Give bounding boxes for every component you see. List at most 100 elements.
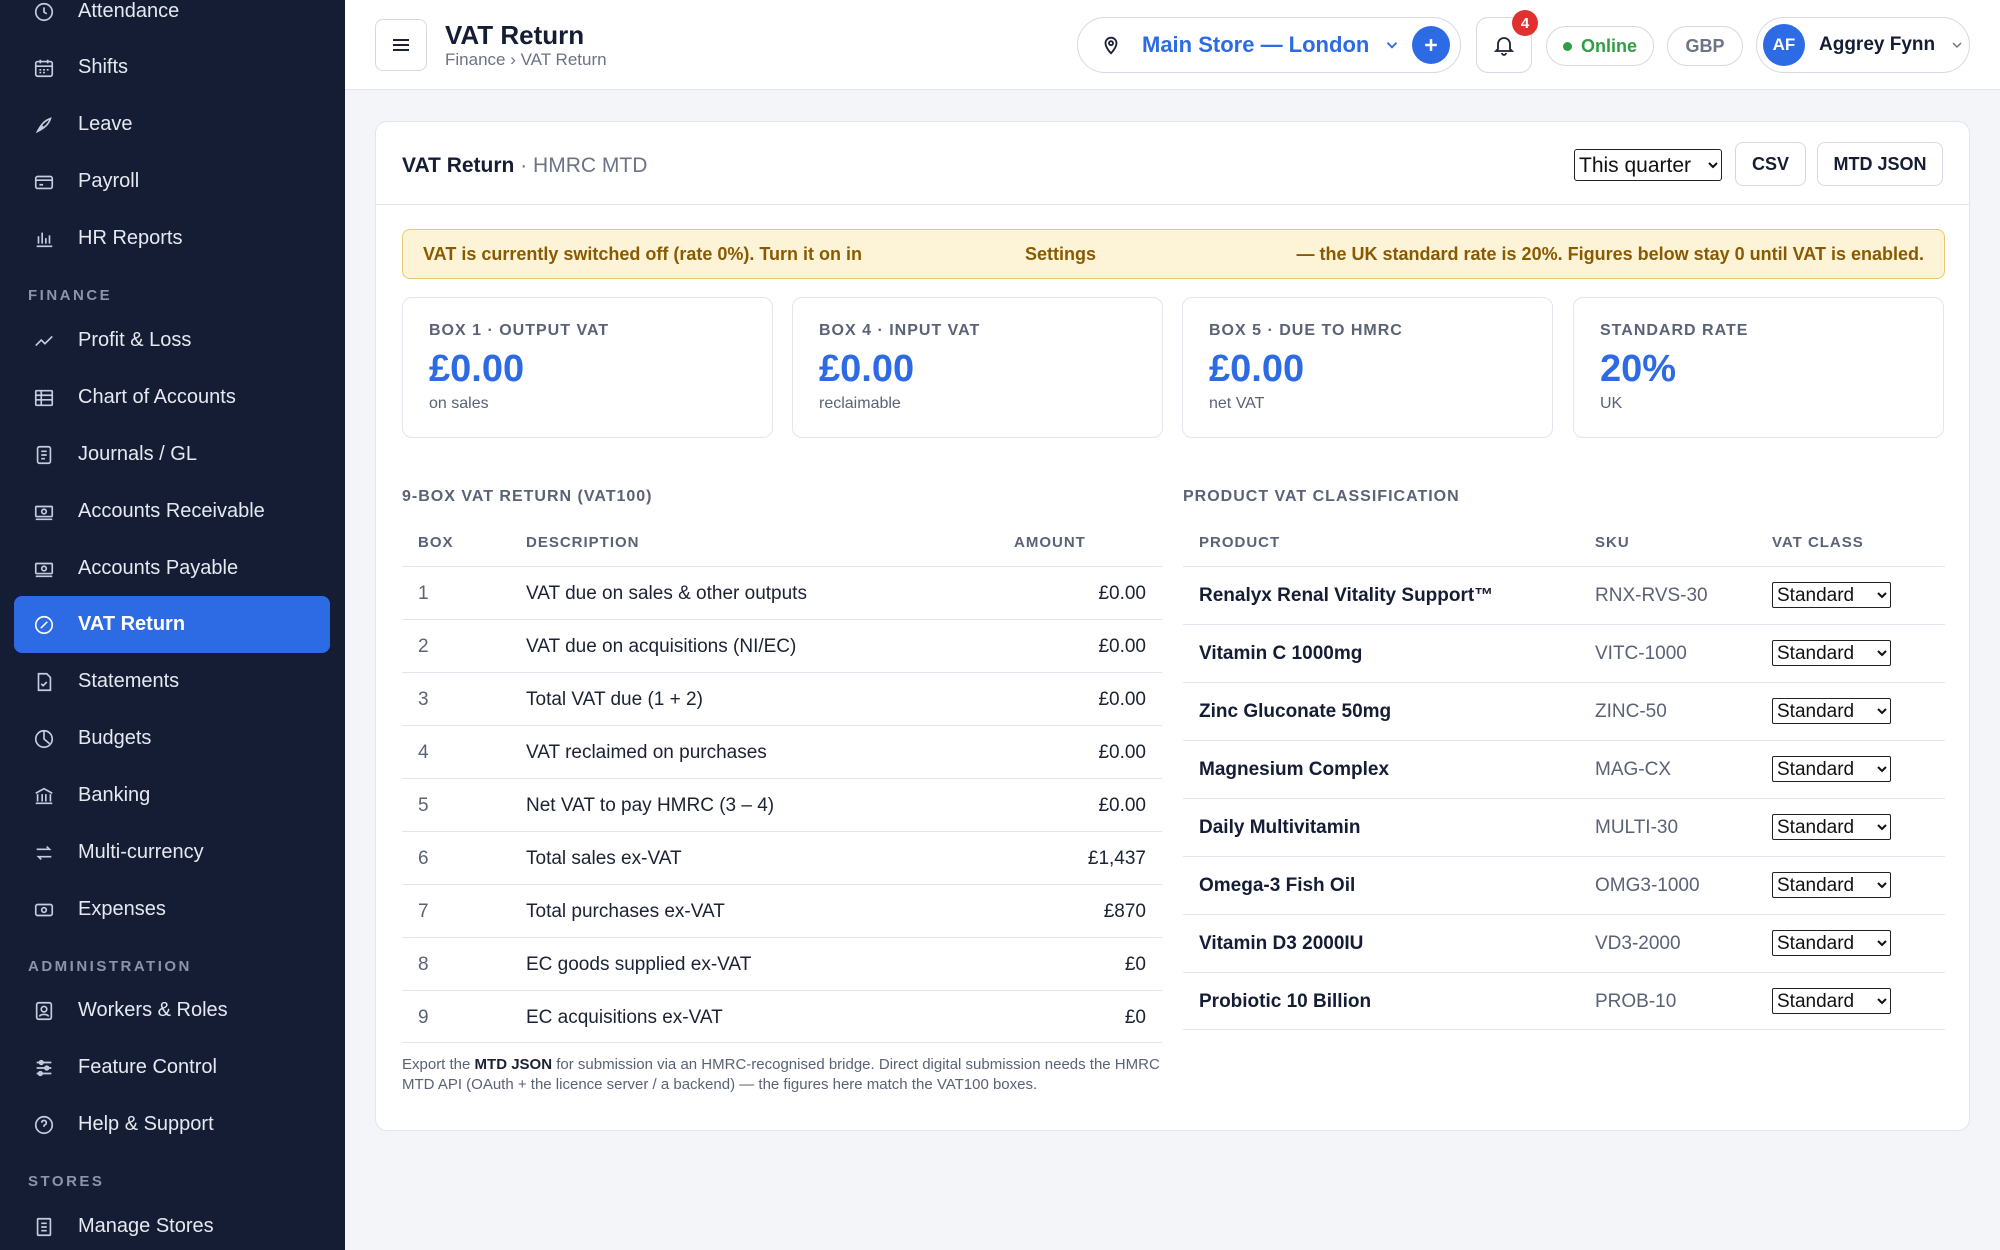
status-badge[interactable]: Online xyxy=(1546,26,1654,66)
calendar-icon xyxy=(32,56,56,80)
sidebar-item-journals[interactable]: Journals / GL xyxy=(14,426,330,483)
kpi-note: on sales xyxy=(429,395,489,412)
box-description: Total purchases ex-VAT xyxy=(526,901,725,922)
sidebar-item-profit-loss[interactable]: Profit & Loss xyxy=(14,312,330,369)
vat-class-select[interactable]: Standard xyxy=(1772,930,1891,956)
sidebar-item-workers-roles[interactable]: Workers & Roles xyxy=(14,982,330,1039)
document-icon xyxy=(32,443,56,467)
vat-class-select[interactable]: Standard xyxy=(1772,814,1891,840)
sidebar-item-accounts-receivable[interactable]: Accounts Receivable xyxy=(14,483,330,540)
vat-class-select[interactable]: Standard xyxy=(1772,582,1891,608)
sidebar-item-accounts-payable[interactable]: Accounts Payable xyxy=(14,540,330,597)
product-name: Vitamin C 1000mg xyxy=(1199,643,1363,664)
sidebar-item-label: Multi-currency xyxy=(78,841,204,863)
table-row: 6 Total sales ex-VAT £1,437 xyxy=(402,831,1162,884)
product-sku: ZINC-50 xyxy=(1595,701,1667,722)
box-amount: £0 xyxy=(1124,1007,1146,1028)
box-number: 3 xyxy=(418,689,429,710)
box-amount: £1,437 xyxy=(1087,848,1146,869)
currency-selector[interactable]: GBP xyxy=(1667,26,1743,66)
sidebar-item-vat-return[interactable]: VAT Return xyxy=(14,596,330,653)
sidebar-item-payroll[interactable]: Payroll xyxy=(14,153,330,210)
sidebar-item-leave[interactable]: Leave xyxy=(14,96,330,153)
column-header-amount: AMOUNT xyxy=(1014,534,1086,551)
plus-icon xyxy=(1425,39,1437,51)
sidebar-item-expenses[interactable]: Expenses xyxy=(14,881,330,938)
product-sku: RNX-RVS-30 xyxy=(1595,585,1708,606)
box-number: 1 xyxy=(418,583,429,604)
product-name: Daily Multivitamin xyxy=(1199,817,1361,838)
kpi-note: net VAT xyxy=(1209,395,1265,412)
kpi-input-vat: BOX 4 · INPUT VAT £0.00 reclaimable xyxy=(792,297,1163,438)
sidebar-item-label: Feature Control xyxy=(78,1056,217,1078)
sidebar-item-attendance[interactable]: Attendance xyxy=(14,0,330,40)
vat-return-card: VAT Return · HMRC MTD This quarter CSV M… xyxy=(375,121,1970,1131)
table-row: Omega-3 Fish Oil OMG3-1000 Standard xyxy=(1183,856,1945,914)
table-row: Vitamin C 1000mg VITC-1000 Standard xyxy=(1183,624,1945,682)
column-header-box: BOX xyxy=(418,534,454,551)
sidebar-item-budgets[interactable]: Budgets xyxy=(14,710,330,767)
footnote-text: Export the xyxy=(402,1056,475,1073)
section-label-finance: FINANCE xyxy=(28,287,113,304)
alert-text-end: — the UK standard rate is 20%. Figures b… xyxy=(1296,244,1925,264)
table-row: 9 EC acquisitions ex-VAT £0 xyxy=(402,990,1162,1043)
clock-icon xyxy=(32,0,56,24)
box-amount: £0.00 xyxy=(1098,689,1146,710)
box-amount: £870 xyxy=(1103,901,1146,922)
settings-link[interactable]: Settings xyxy=(1025,244,1096,265)
table-row: Probiotic 10 Billion PROB-10 Standard xyxy=(1183,972,1945,1030)
box-description: VAT due on acquisitions (NI/EC) xyxy=(526,636,797,657)
product-sku: MAG-CX xyxy=(1595,759,1671,780)
table-row: Daily Multivitamin MULTI-30 Standard xyxy=(1183,798,1945,856)
vat-class-select[interactable]: Standard xyxy=(1772,756,1891,782)
kpi-value: £0.00 xyxy=(819,348,915,390)
status-dot xyxy=(1562,41,1572,51)
box-description: EC acquisitions ex-VAT xyxy=(526,1007,723,1028)
vat-class-select[interactable]: Standard xyxy=(1772,640,1891,666)
add-store-button[interactable] xyxy=(1412,26,1450,64)
sidebar-item-banking[interactable]: Banking xyxy=(14,767,330,824)
box-description: Net VAT to pay HMRC (3 – 4) xyxy=(526,795,775,816)
box-number: 8 xyxy=(418,954,429,975)
user-menu[interactable]: AF Aggrey Fynn xyxy=(1756,17,1970,73)
sidebar-item-shifts[interactable]: Shifts xyxy=(14,39,330,96)
csv-export-button[interactable]: CSV xyxy=(1735,142,1806,186)
product-name: Zinc Gluconate 50mg xyxy=(1199,701,1392,722)
card-divider xyxy=(376,204,1969,205)
menu-button[interactable] xyxy=(375,19,427,71)
vat-class-select[interactable]: Standard xyxy=(1772,988,1891,1014)
sidebar-item-label: Budgets xyxy=(78,727,152,749)
footnote-emphasis: MTD JSON xyxy=(474,1056,553,1073)
kpi-label: BOX 1 · OUTPUT VAT xyxy=(429,322,610,339)
vat-class-select[interactable]: Standard xyxy=(1772,698,1891,724)
sidebar-item-label: Leave xyxy=(78,113,133,135)
box-amount: £0.00 xyxy=(1098,636,1146,657)
sidebar-item-feature-control[interactable]: Feature Control xyxy=(14,1039,330,1096)
bar-chart-icon xyxy=(32,227,56,251)
sidebar-item-manage-stores[interactable]: Manage Stores xyxy=(14,1198,330,1250)
box-description: EC goods supplied ex-VAT xyxy=(526,954,752,975)
section-label-stores: STORES xyxy=(28,1173,105,1190)
period-select[interactable]: This quarter xyxy=(1574,149,1722,181)
box-number: 9 xyxy=(418,1007,429,1028)
sidebar-item-multi-currency[interactable]: Multi-currency xyxy=(14,824,330,881)
sidebar-item-statements[interactable]: Statements xyxy=(14,653,330,710)
mtd-json-export-button[interactable]: MTD JSON xyxy=(1817,142,1943,186)
sidebar-item-chart-of-accounts[interactable]: Chart of Accounts xyxy=(14,369,330,426)
vat-class-select[interactable]: Standard xyxy=(1772,872,1891,898)
kpi-output-vat: BOX 1 · OUTPUT VAT £0.00 on sales xyxy=(402,297,773,438)
box-description: VAT due on sales & other outputs xyxy=(526,583,807,604)
store-selector[interactable]: Main Store — London xyxy=(1077,17,1461,73)
kpi-note: UK xyxy=(1600,395,1623,412)
money-in-icon xyxy=(32,500,56,524)
box-amount: £0.00 xyxy=(1098,742,1146,763)
file-check-icon xyxy=(32,670,56,694)
sidebar-item-hr-reports[interactable]: HR Reports xyxy=(14,210,330,267)
column-header-product: PRODUCT xyxy=(1199,534,1281,551)
product-name: Renalyx Renal Vitality Support™ xyxy=(1199,585,1494,606)
product-name: Vitamin D3 2000IU xyxy=(1199,933,1364,954)
sidebar-item-label: Manage Stores xyxy=(78,1215,214,1237)
sidebar-item-help-support[interactable]: Help & Support xyxy=(14,1096,330,1153)
kpi-value: £0.00 xyxy=(429,348,525,390)
sliders-icon xyxy=(32,1056,56,1080)
